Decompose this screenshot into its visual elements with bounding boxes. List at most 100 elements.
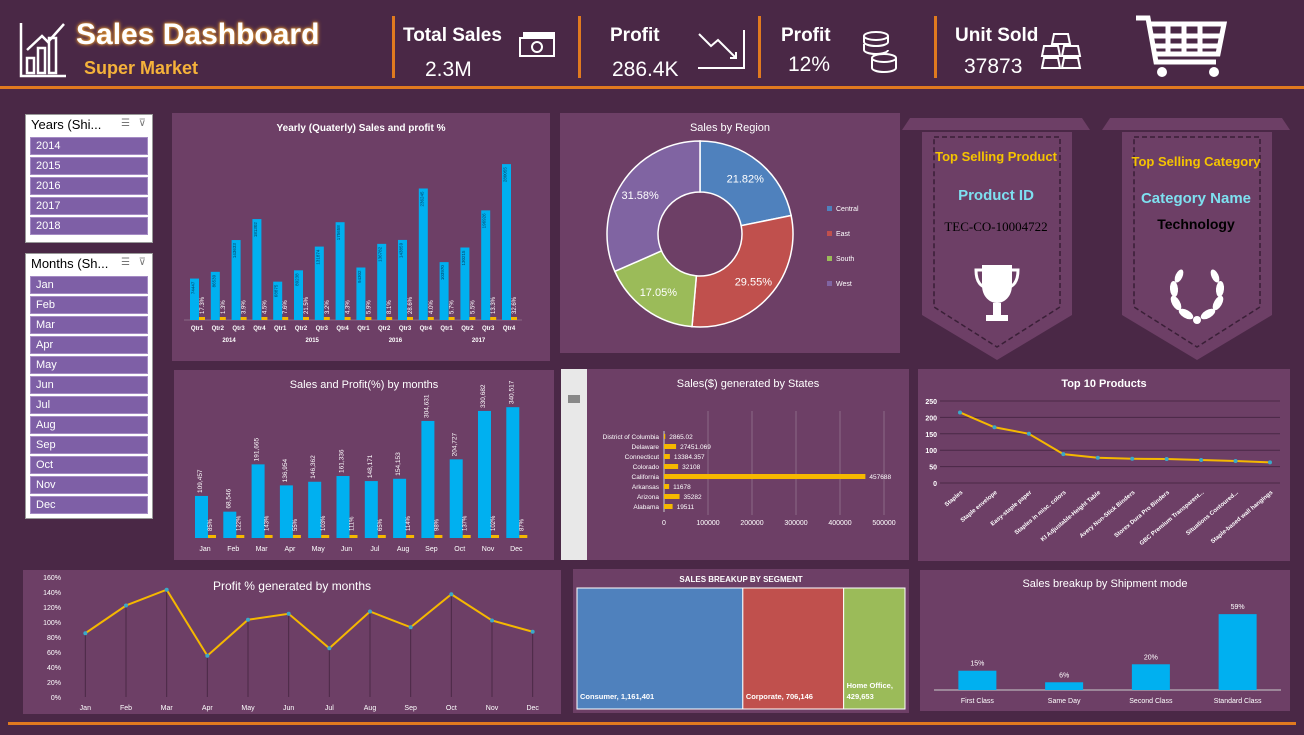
sales-bar (223, 511, 237, 538)
bar-data-label: 13384.357 (674, 454, 705, 461)
x-tick-label: Qtr3 (482, 326, 495, 332)
year-label: 2017 (472, 338, 486, 344)
month-slicer-item-dec[interactable]: Dec (30, 496, 148, 514)
state-bar (664, 474, 866, 479)
product-point (1061, 452, 1066, 457)
x-tick-label: Sep (404, 705, 417, 712)
top-category-heading: Top Selling Category (1131, 154, 1261, 169)
months-slicer[interactable]: Months (Sh... ☰ ⊽ Jan Feb Mar Apr May Jun Jul A… (25, 253, 153, 519)
profit-data-label: 87% (519, 518, 525, 531)
x-tick-label: Mar (161, 705, 174, 712)
y-tick-label: 100% (43, 620, 61, 627)
x-tick-label: 400000 (828, 520, 851, 527)
years-slicer[interactable]: Years (Shi... ☰ ⊽ 2014 2015 2016 2017 2018 (25, 114, 153, 243)
month-slicer-item-oct[interactable]: Oct (30, 456, 148, 474)
x-tick-label: First Class (961, 698, 995, 705)
kpi-profit-pct-value: 12% (788, 53, 831, 76)
multi-select-icon[interactable]: ☰ (121, 257, 130, 268)
year-slicer-item-2016[interactable]: 2016 (30, 177, 148, 195)
x-tick-label: May (312, 546, 326, 553)
x-tick-label: Qtr1 (440, 326, 453, 332)
product-point (1130, 456, 1135, 461)
profit-data-label: 32.6% (512, 296, 518, 314)
profit-bar (349, 535, 358, 538)
profit-point (449, 592, 454, 597)
month-slicer-item-jun[interactable]: Jun (30, 376, 148, 394)
profit-point (246, 617, 250, 622)
profit-data-label: 114% (406, 515, 412, 531)
sales-data-label: 148,171 (367, 454, 374, 478)
sales-data-label: 154,153 (395, 452, 402, 476)
slice-label: 21.82% (727, 174, 765, 186)
sales-bar (421, 420, 435, 538)
month-slicer-item-nov[interactable]: Nov (30, 476, 148, 494)
region-slice-east (691, 214, 794, 328)
x-tick-label: Qtr4 (420, 326, 433, 332)
sales-data-label: 280055 (503, 167, 508, 183)
profit-point (408, 625, 413, 630)
kpi-unit-sold-label: Unit Sold (955, 25, 1039, 46)
legend-label: South (836, 256, 854, 263)
sales-data-label: 68875 (274, 284, 279, 297)
profit-data-label: 55% (293, 518, 299, 531)
slice-label: 29.55% (735, 277, 773, 289)
bar-data-label: 457688 (869, 474, 891, 481)
month-slicer-item-aug[interactable]: Aug (30, 416, 148, 434)
top-category-badge: Top Selling Category Category Name Techn… (1100, 115, 1292, 365)
profit-bar (386, 317, 393, 320)
slice-label: 31.58% (621, 190, 659, 202)
y-tick-label: 200 (925, 415, 937, 422)
profit-bar (321, 535, 330, 538)
month-slicer-item-feb[interactable]: Feb (30, 296, 148, 314)
year-slicer-item-2015[interactable]: 2015 (30, 157, 148, 175)
month-slicer-item-jul[interactable]: Jul (30, 396, 148, 414)
month-slicer-item-may[interactable]: May (30, 356, 148, 374)
year-slicer-item-2014[interactable]: 2014 (30, 137, 148, 155)
year-slicer-item-2017[interactable]: 2017 (30, 197, 148, 215)
profit-bar (406, 535, 415, 538)
profit-bar (365, 317, 372, 320)
bar-data-label: 19511 (677, 504, 695, 511)
x-tick-label: Oct (454, 546, 465, 553)
sales-data-label: 74447 (191, 281, 196, 294)
x-tick-label: Qtr2 (212, 326, 225, 332)
shipment-bar (1045, 682, 1084, 690)
x-tick-label: 300000 (784, 520, 807, 527)
month-slicer-item-mar[interactable]: Mar (30, 316, 148, 334)
profit-data-label: 85% (208, 518, 214, 531)
y-tick-label: 60% (47, 650, 61, 657)
clear-filter-icon[interactable]: ⊽ (139, 118, 146, 129)
trophy-icon (974, 261, 1020, 332)
state-bar (664, 494, 680, 499)
y-tick-label: Connecticut (625, 454, 660, 461)
yearly-chart-panel: Yearly (Quaterly) Sales and profit % 744… (172, 113, 550, 361)
x-tick-label: 200000 (740, 520, 763, 527)
sales-data-label: 86539 (211, 274, 216, 287)
month-slicer-item-apr[interactable]: Apr (30, 336, 148, 354)
profit-point (164, 587, 169, 592)
profit-bar (511, 317, 517, 320)
x-tick-label: Dec (510, 546, 523, 553)
sales-bar (506, 407, 520, 538)
profit-point (124, 603, 128, 608)
sales-data-label: 143859 (399, 242, 404, 258)
month-slicer-item-sep[interactable]: Sep (30, 436, 148, 454)
legend-swatch (827, 256, 832, 261)
state-bar (664, 444, 677, 449)
x-tick-label: May (241, 705, 255, 712)
year-slicer-item-2018[interactable]: 2018 (30, 217, 148, 235)
region-slice-west (606, 140, 701, 273)
sales-data-label: 175658 (336, 225, 341, 241)
top-product-badge: Top Selling Product Product ID TEC-CO-10… (900, 115, 1092, 365)
sales-bar (195, 495, 208, 538)
x-tick-label: Staples (944, 490, 965, 509)
multi-select-icon[interactable]: ☰ (121, 118, 130, 129)
profit-bar (264, 535, 273, 538)
clear-filter-icon[interactable]: ⊽ (139, 257, 146, 268)
x-tick-label: Sep (425, 546, 438, 553)
x-tick-label: Jan (80, 705, 91, 712)
month-slicer-item-jan[interactable]: Jan (30, 276, 148, 294)
legend-label: East (836, 231, 850, 238)
x-tick-label: Feb (227, 546, 239, 553)
sales-data-label: 109,457 (197, 469, 204, 493)
